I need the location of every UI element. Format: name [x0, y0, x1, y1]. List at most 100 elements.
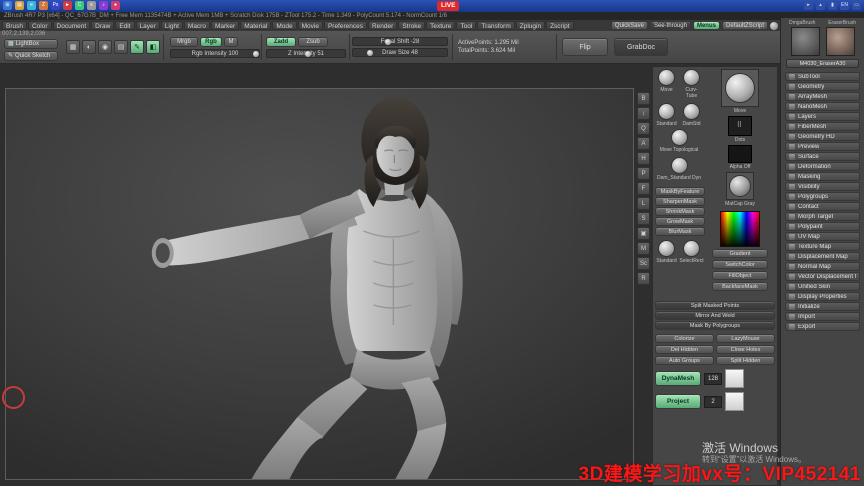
tray-button[interactable]: Auto Groups	[655, 356, 714, 365]
sculpt-viewport[interactable]	[5, 88, 634, 480]
battery-icon[interactable]: ▮	[828, 1, 837, 10]
chat-icon[interactable]: C	[75, 1, 84, 10]
aa-half-icon[interactable]: H	[637, 152, 650, 165]
project-blur[interactable]: 2	[704, 395, 722, 408]
tool-menu-item[interactable]: Visibility	[785, 182, 860, 191]
brush-thumb[interactable]: Standard	[655, 103, 678, 129]
menu-item[interactable]: Texture	[426, 21, 456, 30]
tool-menu-item[interactable]: Contact	[785, 202, 860, 211]
tool-menu-item[interactable]: Deformation	[785, 162, 860, 171]
projection-master-icon[interactable]: ▦	[66, 40, 80, 54]
focal-shift-slider[interactable]: Focal Shift -28	[352, 37, 448, 46]
menu-item[interactable]: Render	[367, 21, 398, 30]
tool-menu-item[interactable]: Polygroups	[785, 192, 860, 201]
zbrush-icon[interactable]: Z	[39, 1, 48, 10]
gradient-button[interactable]: Gradient	[712, 249, 768, 258]
rgb-button[interactable]: Rgb	[200, 37, 222, 47]
layers-icon[interactable]: ▤	[114, 40, 128, 54]
menu-item[interactable]: Light	[160, 21, 183, 30]
menu-item[interactable]: Mode	[272, 21, 297, 30]
menu-item[interactable]: Stroke	[398, 21, 426, 30]
brush-thumb[interactable]: Move Topological	[655, 129, 703, 155]
eraser-preview-thumb[interactable]	[825, 27, 855, 56]
tool-menu-item[interactable]: ArrayMesh	[785, 92, 860, 101]
tool-menu-item[interactable]: Export	[785, 322, 860, 331]
lsym-icon[interactable]: S	[637, 212, 650, 225]
tool-menu-item[interactable]: Geometry	[785, 82, 860, 91]
tool-menu-item[interactable]: Normal Map	[785, 262, 860, 271]
persp-icon[interactable]: P	[637, 167, 650, 180]
menu-item[interactable]: Layer	[135, 21, 160, 30]
mrgb-button[interactable]: Mrgb	[170, 37, 198, 47]
tool-menu-item[interactable]: Polypaint	[785, 222, 860, 231]
tool-menu-item[interactable]: Import	[785, 312, 860, 321]
z-intensity-slider[interactable]: Z Intensity 51	[266, 49, 346, 58]
grabdoc-button[interactable]: GrabDoc	[614, 38, 668, 56]
menu-item[interactable]: Material	[240, 21, 272, 30]
quick-sketch-button[interactable]: ✎ Quick Sketch	[4, 51, 58, 61]
brush-preview-thumb[interactable]	[790, 27, 820, 56]
help-icon[interactable]	[770, 21, 778, 30]
menu-item[interactable]: Macro	[183, 21, 210, 30]
language-icon[interactable]: EN	[840, 1, 849, 10]
flip-button[interactable]: Flip	[562, 38, 608, 56]
frame-icon[interactable]: ▣	[637, 227, 650, 240]
m-button[interactable]: M	[224, 37, 238, 47]
brush-thumb[interactable]: Dam_Standard Dyn	[655, 157, 703, 183]
recorder-icon[interactable]: ●	[111, 1, 120, 10]
menu-item[interactable]: Tool	[456, 21, 477, 30]
menu-item[interactable]: Transform	[477, 21, 515, 30]
dynamesh-button[interactable]: DynaMesh	[655, 371, 701, 386]
tool-menu-item[interactable]: Masking	[785, 172, 860, 181]
tray-wide-button[interactable]: Split Masked Points	[655, 301, 775, 310]
slider-knob[interactable]	[385, 39, 391, 45]
project-button[interactable]: Project	[655, 394, 701, 409]
tool-menu-item[interactable]: Texture Map	[785, 242, 860, 251]
fill-object-button[interactable]: FillObject	[712, 271, 768, 280]
default-zscript-button[interactable]: DefaultZScript	[721, 21, 768, 30]
tray-wide-button[interactable]: Mask By Polygroups	[655, 321, 775, 330]
mask-button[interactable]: GrowMask	[655, 217, 705, 226]
photoshop-icon[interactable]: Ps	[51, 1, 60, 10]
tool-menu-item[interactable]: NanoMesh	[785, 102, 860, 111]
brush-thumb[interactable]: DamStd	[680, 103, 703, 129]
menu-item[interactable]: Edit	[115, 21, 135, 30]
local-icon[interactable]: L	[637, 197, 650, 210]
notification-icon[interactable]: ▭	[852, 1, 861, 10]
tool-menu-item[interactable]: Morph Target	[785, 212, 860, 221]
current-brush-thumb[interactable]	[721, 69, 759, 107]
slider-knob[interactable]	[305, 51, 311, 57]
alpha-thumb[interactable]	[728, 145, 752, 163]
menu-item[interactable]: Brush	[2, 21, 27, 30]
zsub-button[interactable]: Zsub	[298, 37, 328, 47]
paint-icon[interactable]: ◧	[146, 40, 160, 54]
floor-icon[interactable]: F	[637, 182, 650, 195]
notes-icon[interactable]: ≡	[87, 1, 96, 10]
volume-icon[interactable]: ▸	[804, 1, 813, 10]
material-thumb[interactable]	[726, 172, 754, 200]
tray-wide-button[interactable]: Mirror And Weld	[655, 311, 775, 320]
brush-thumb[interactable]: Curv-Tube	[680, 69, 703, 101]
brush-thumb[interactable]: Move	[655, 69, 678, 101]
explorer-icon[interactable]: ▤	[15, 1, 24, 10]
menus-toggle[interactable]: Menus	[692, 21, 720, 30]
tool-menu-item[interactable]: Vector Displacement Map	[785, 272, 860, 281]
scale-icon[interactable]: Sc	[637, 257, 650, 270]
tool-menu-item[interactable]: Layers	[785, 112, 860, 121]
tool-menu-item[interactable]: FiberMesh	[785, 122, 860, 131]
tool-menu-item[interactable]: Displacement Map	[785, 252, 860, 261]
mask-button[interactable]: MaskByFeature	[655, 187, 705, 196]
brush-thumb[interactable]: SelectRect	[679, 240, 704, 266]
tool-menu-item[interactable]: SubTool	[785, 72, 860, 81]
tool-menu-item[interactable]: Display Properties	[785, 292, 860, 301]
tray-button[interactable]: Del Hidden	[655, 345, 714, 354]
menu-item[interactable]: Color	[27, 21, 52, 30]
tray-button[interactable]: Colorize	[655, 334, 714, 343]
menu-item[interactable]: Preferences	[323, 21, 367, 30]
slider-knob[interactable]	[253, 51, 259, 57]
menu-item[interactable]: Marker	[210, 21, 240, 30]
backface-mask-button[interactable]: BackfaceMask	[712, 282, 768, 291]
light-icon[interactable]: ◐	[82, 40, 96, 54]
menu-item[interactable]: Movie	[297, 21, 323, 30]
tool-menu-item[interactable]: Geometry HD	[785, 132, 860, 141]
